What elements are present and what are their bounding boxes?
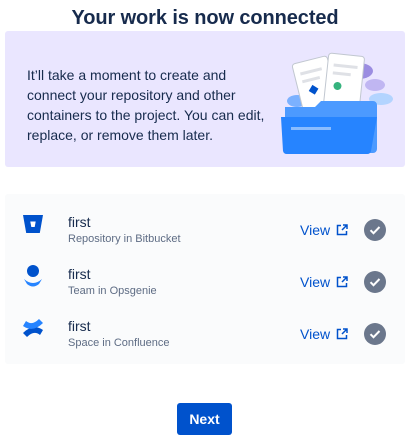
check-circle-icon <box>364 323 386 345</box>
external-link-icon <box>336 224 348 236</box>
item-subtitle: Team in Opsgenie <box>68 285 157 297</box>
view-label: View <box>300 326 331 342</box>
item-subtitle: Space in Confluence <box>68 337 170 349</box>
banner-text: It’ll take a moment to create and connec… <box>27 67 265 143</box>
check-circle-icon <box>364 219 386 241</box>
list-item: first Space in Confluence View <box>5 302 405 354</box>
view-link-space[interactable]: View <box>300 325 348 343</box>
info-banner: It’ll take a moment to create and connec… <box>5 31 405 167</box>
confluence-icon <box>23 319 43 337</box>
opsgenie-icon <box>24 265 42 287</box>
list-item: first Team in Opsgenie View <box>5 250 405 302</box>
connected-items-list: first Repository in Bitbucket View first… <box>5 194 405 364</box>
view-label: View <box>300 274 331 290</box>
item-subtitle: Repository in Bitbucket <box>68 233 181 245</box>
view-link-team[interactable]: View <box>300 273 348 291</box>
view-link-repository[interactable]: View <box>300 221 348 239</box>
external-link-icon <box>336 328 348 340</box>
item-name: first <box>68 266 91 282</box>
external-link-icon <box>336 276 348 288</box>
page-title: Your work is now connected <box>71 7 339 29</box>
view-label: View <box>300 222 331 238</box>
folder-documents-illustration <box>281 52 393 155</box>
item-name: first <box>68 214 91 230</box>
bitbucket-icon <box>23 215 43 233</box>
check-circle-icon <box>364 271 386 293</box>
next-button[interactable]: Next <box>177 403 232 435</box>
list-item: first Repository in Bitbucket View <box>5 198 405 250</box>
item-name: first <box>68 318 91 334</box>
